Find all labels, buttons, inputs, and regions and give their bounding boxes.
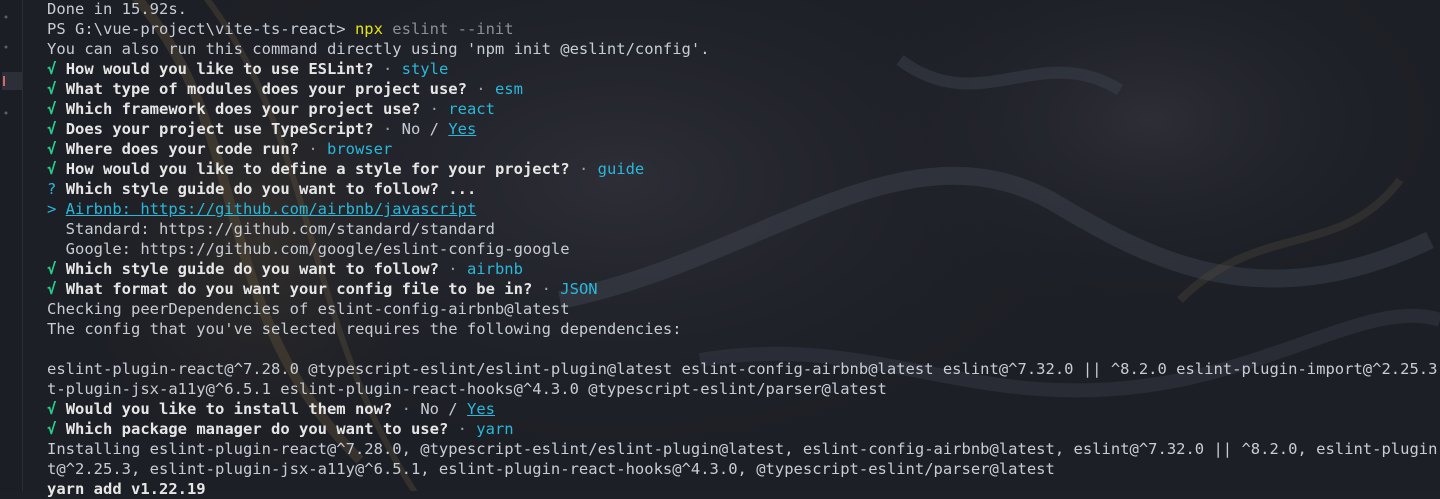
prompt-question: Does your project use TypeScript? bbox=[65, 120, 374, 138]
output-text: Checking peerDependencies of eslint-conf… bbox=[47, 300, 570, 318]
terminal-line: The config that you've selected requires… bbox=[47, 319, 1440, 339]
option-yes: Yes bbox=[448, 120, 477, 138]
output-text: yarn add v1.22.19 bbox=[47, 480, 206, 498]
check-mark-icon: √ bbox=[47, 420, 57, 438]
output-text: You can also run this command directly u… bbox=[47, 40, 710, 58]
check-mark-icon: √ bbox=[47, 120, 57, 138]
separator: · bbox=[298, 140, 327, 158]
prompt-question: Which style guide do you want to follow? bbox=[65, 260, 439, 278]
prompt-question: What type of modules does your project u… bbox=[65, 80, 467, 98]
output-text: t-plugin-jsx-a11y@^6.5.1 eslint-plugin-r… bbox=[47, 380, 887, 398]
terminal-line: t@^2.25.3, eslint-plugin-jsx-a11y@^6.5.1… bbox=[47, 459, 1440, 479]
prompt-answer: guide bbox=[597, 160, 645, 178]
check-mark-icon: √ bbox=[47, 280, 57, 298]
prompt-answer: browser bbox=[326, 140, 393, 158]
option-no: No / bbox=[401, 120, 449, 138]
terminal-line: √ Which style guide do you want to follo… bbox=[47, 259, 1440, 279]
prompt-ellipsis: ... bbox=[438, 180, 477, 198]
prompt-question: Which style guide do you want to follow? bbox=[65, 180, 439, 198]
terminal-line: √ Which package manager do you want to u… bbox=[47, 419, 1440, 439]
output-text: Done in 15.92s. bbox=[47, 0, 187, 18]
terminal-line: √ How would you like to use ESLint? · st… bbox=[47, 59, 1440, 79]
gutter-marker-dot-icon bbox=[2, 38, 22, 56]
check-mark-icon: √ bbox=[47, 400, 57, 418]
option-yes: Yes bbox=[466, 400, 495, 418]
terminal-output[interactable]: Done in 15.92s. PS G:\vue-project\vite-ts… bbox=[47, 0, 1440, 499]
separator: · bbox=[569, 160, 598, 178]
style-guide-option-selected[interactable]: Airbnb: https://github.com/airbnb/javasc… bbox=[66, 200, 477, 218]
separator: · bbox=[532, 280, 561, 298]
style-guide-option[interactable]: Google: https://github.com/google/eslint… bbox=[47, 240, 570, 258]
terminal-line: PS G:\vue-project\vite-ts-react> npx esl… bbox=[47, 19, 1440, 39]
prompt-answer: react bbox=[448, 100, 495, 118]
option-no: No / bbox=[420, 400, 467, 418]
separator: · bbox=[448, 420, 477, 438]
check-mark-icon: √ bbox=[47, 100, 57, 118]
terminal-line: eslint-plugin-react@^7.28.0 @typescript-… bbox=[47, 359, 1440, 379]
separator: · bbox=[373, 120, 402, 138]
prompt-answer: yarn bbox=[476, 420, 514, 438]
shell-prompt: PS G:\vue-project\vite-ts-react> bbox=[47, 20, 355, 38]
command-name: npx bbox=[354, 20, 383, 38]
separator: · bbox=[373, 60, 402, 78]
terminal-line: √ What format do you want your config fi… bbox=[47, 279, 1440, 299]
separator: · bbox=[438, 260, 467, 278]
check-mark-icon: √ bbox=[47, 260, 57, 278]
output-text: t@^2.25.3, eslint-plugin-jsx-a11y@^6.5.1… bbox=[47, 460, 1055, 478]
terminal-line: Done in 15.92s. bbox=[47, 0, 1440, 19]
terminal-line: Google: https://github.com/google/eslint… bbox=[47, 239, 1440, 259]
check-mark-icon: √ bbox=[47, 160, 57, 178]
check-mark-icon: √ bbox=[47, 80, 57, 98]
style-guide-option[interactable]: Standard: https://github.com/standard/st… bbox=[47, 220, 495, 238]
prompt-question: What format do you want your config file… bbox=[65, 280, 533, 298]
terminal-line: You can also run this command directly u… bbox=[47, 39, 1440, 59]
prompt-question: Where does your code run? bbox=[65, 140, 299, 158]
terminal-line: √ Does your project use TypeScript? · No… bbox=[47, 119, 1440, 139]
prompt-question: Which framework does your project use? bbox=[65, 100, 421, 118]
terminal-line: ? Which style guide do you want to follo… bbox=[47, 179, 1440, 199]
separator: · bbox=[420, 100, 449, 118]
terminal-line: > Airbnb: https://github.com/airbnb/java… bbox=[47, 199, 1440, 219]
terminal-line: Installing eslint-plugin-react@^7.28.0, … bbox=[47, 439, 1440, 459]
separator: · bbox=[466, 80, 495, 98]
output-text: The config that you've selected requires… bbox=[47, 320, 682, 338]
prompt-answer: airbnb bbox=[466, 260, 523, 278]
terminal-line: yarn add v1.22.19 bbox=[47, 479, 1440, 499]
check-mark-icon: √ bbox=[47, 140, 57, 158]
terminal-line: √ Which framework does your project use?… bbox=[47, 99, 1440, 119]
check-mark-icon: √ bbox=[47, 60, 57, 78]
terminal-line: √ Would you like to install them now? · … bbox=[47, 399, 1440, 419]
prompt-question: How would you like to use ESLint? bbox=[65, 60, 374, 78]
gutter-marker-dot-icon bbox=[2, 8, 22, 26]
output-text: Installing eslint-plugin-react@^7.28.0, … bbox=[47, 440, 1440, 458]
prompt-question: Which package manager do you want to use… bbox=[65, 420, 449, 438]
command-args: eslint --init bbox=[382, 20, 514, 38]
terminal-line: t-plugin-jsx-a11y@^6.5.1 eslint-plugin-r… bbox=[47, 379, 1440, 399]
gutter-marker-dot-icon bbox=[2, 104, 22, 122]
prompt-answer: style bbox=[401, 60, 449, 78]
editor-gutter bbox=[0, 0, 23, 491]
prompt-answer: esm bbox=[494, 80, 523, 98]
prompt-answer: JSON bbox=[560, 280, 598, 298]
terminal-line: √ Where does your code run? · browser bbox=[47, 139, 1440, 159]
terminal-line: √ What type of modules does your project… bbox=[47, 79, 1440, 99]
terminal-line: Standard: https://github.com/standard/st… bbox=[47, 219, 1440, 239]
prompt-question: Would you like to install them now? bbox=[65, 400, 393, 418]
question-mark-icon: ? bbox=[47, 180, 57, 198]
pointer-icon: > bbox=[47, 200, 66, 218]
terminal-line: √ How would you like to define a style f… bbox=[47, 159, 1440, 179]
gutter-active-marker-icon[interactable] bbox=[2, 72, 22, 90]
output-text: eslint-plugin-react@^7.28.0 @typescript-… bbox=[47, 360, 1440, 378]
prompt-question: How would you like to define a style for… bbox=[65, 160, 570, 178]
separator: · bbox=[392, 400, 421, 418]
terminal-line: Checking peerDependencies of eslint-conf… bbox=[47, 299, 1440, 319]
